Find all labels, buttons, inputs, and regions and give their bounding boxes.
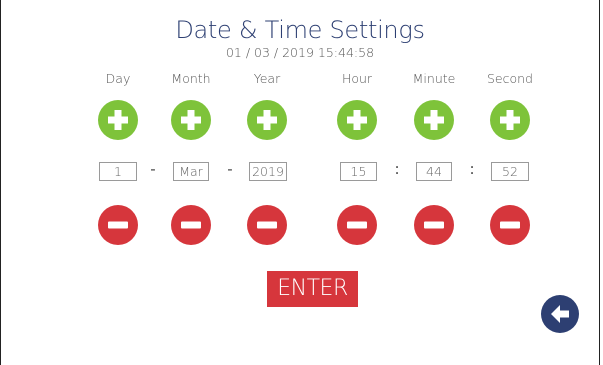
month-increment-button[interactable] [171,100,211,140]
day-increment-button[interactable] [98,100,138,140]
date-separator: - [227,160,233,178]
year-decrement-button[interactable] [247,205,287,245]
year-label: Year [253,71,281,86]
page-title: Date & Time Settings [175,16,425,44]
year-increment-button[interactable] [247,100,287,140]
back-button[interactable] [541,295,579,333]
second-value-field[interactable]: 52 [491,162,529,181]
arrow-left-icon [551,305,569,323]
time-separator: : [469,160,475,178]
day-label: Day [105,71,131,86]
month-decrement-button[interactable] [171,205,211,245]
minus-icon [257,221,277,229]
plus-icon [500,110,520,130]
minute-label: Minute [412,71,456,86]
minus-icon [500,221,520,229]
hour-decrement-button[interactable] [337,205,377,245]
time-separator: : [394,160,400,178]
plus-icon [108,110,128,130]
hour-value-field[interactable]: 15 [340,162,377,181]
minus-icon [347,221,367,229]
hour-increment-button[interactable] [337,100,377,140]
plus-icon [181,110,201,130]
second-increment-button[interactable] [490,100,530,140]
enter-button[interactable]: ENTER [267,271,358,307]
hour-label: Hour [341,71,373,86]
plus-icon [257,110,277,130]
date-separator: - [150,160,156,178]
day-decrement-button[interactable] [98,205,138,245]
month-value-field[interactable]: Mar [173,162,209,181]
minus-icon [108,221,128,229]
year-value-field[interactable]: 2019 [249,162,287,181]
current-datetime: 01 / 03 / 2019 15:44:58 [225,45,375,60]
plus-icon [347,110,367,130]
second-decrement-button[interactable] [490,205,530,245]
second-label: Second [486,71,533,86]
day-value-field[interactable]: 1 [99,162,137,181]
minus-icon [181,221,201,229]
minus-icon [424,221,444,229]
settings-screen: Date & Time Settings 01 / 03 / 2019 15:4… [0,0,600,365]
month-label: Month [171,71,211,86]
minute-value-field[interactable]: 44 [416,162,452,181]
minute-increment-button[interactable] [414,100,454,140]
minute-decrement-button[interactable] [414,205,454,245]
plus-icon [424,110,444,130]
